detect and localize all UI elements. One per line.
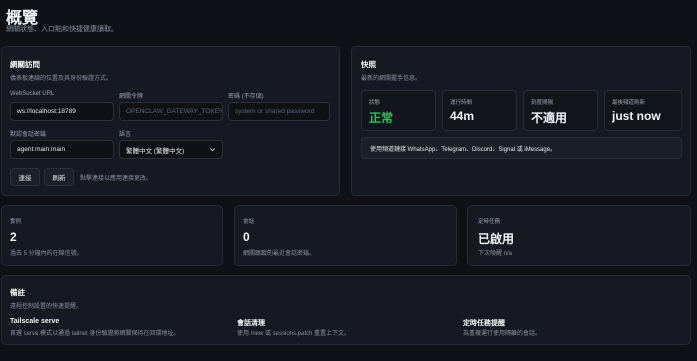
snapshot-card: 快照 最新的網關握手信息。 狀態 正常 運行時間 44m 刻度間隔 不適用 最後… — [351, 46, 691, 196]
note-tailscale-text: 首選 serve 模式以通過 tailnet 身份驗證將網關保持在回環地址。 — [10, 331, 180, 337]
cron-card: 定時任務 已啟用 下次喚醒 n/a — [467, 205, 691, 266]
sessions-value: 0 — [243, 230, 250, 244]
connect-button[interactable]: 連接 — [10, 168, 40, 186]
token-input[interactable]: OPENCLAW_GATEWAY_TOKEN — [119, 102, 223, 121]
language-select-value: 繁體中文 (繁體中文) — [126, 147, 185, 155]
note-session-cleanup-text: 使用 /new 或 sessions.patch 重置上下文。 — [237, 331, 351, 337]
instances-card: 實例 2 過去 5 分鐘內的在線信號。 — [1, 205, 223, 266]
stat-uptime: 運行時間 44m — [442, 90, 517, 131]
chevron-down-icon — [210, 148, 215, 152]
notes-subtitle: 遠程控制設置的快速提醒。 — [10, 304, 83, 310]
stat-status: 狀態 正常 — [361, 90, 436, 131]
notes-card: 備註 遠程控制設置的快速提醒。 Tailscale serve 首選 serve… — [1, 275, 691, 345]
instances-value: 2 — [10, 230, 17, 244]
notes-title: 備註 — [10, 288, 25, 297]
stat-last-channel-refresh: 最後頻道刷新 just now — [604, 90, 682, 131]
note-tailscale-title: Tailscale serve — [10, 318, 60, 325]
channel-link-banner: 使用頻道鏈接 WhatsApp、Telegram、Discord、Signal … — [361, 137, 682, 159]
sessions-sub: 網關跟蹤的最近會話密鑰。 — [243, 251, 316, 257]
language-select[interactable]: 繁體中文 (繁體中文) — [119, 140, 223, 159]
stat-uptime-label: 運行時間 — [450, 100, 473, 106]
instances-label: 實例 — [10, 219, 22, 225]
gateway-access-subtitle: 儀表板連線的位置及其身份驗證方式。 — [10, 76, 113, 82]
gateway-access-card: 網關訪問 儀表板連線的位置及其身份驗證方式。 WebSocket URL ws:… — [1, 46, 340, 196]
instances-sub: 過去 5 分鐘內的在線信號。 — [10, 251, 83, 257]
sessions-label: 會話 — [243, 219, 255, 225]
websocket-url-input[interactable]: ws://localhost:18789 — [10, 102, 114, 121]
stat-uptime-value: 44m — [450, 109, 475, 123]
websocket-url-label: WebSocket URL — [10, 91, 55, 97]
stat-tick-interval-value: 不適用 — [531, 111, 568, 125]
password-label: 密碼 (不存儲) — [228, 94, 264, 100]
cron-value: 已啟用 — [478, 232, 515, 246]
session-key-label: 默認會話密鑰 — [10, 132, 47, 138]
language-label: 語言 — [119, 132, 132, 138]
snapshot-title: 快照 — [361, 60, 376, 69]
connect-hint: 點擊連接以應用連接更改。 — [80, 176, 153, 182]
note-cron-reminder-text: 為重複運行使用隔離的會話。 — [463, 331, 542, 337]
gateway-access-title: 網關訪問 — [10, 60, 40, 69]
page-subtitle: 網關狀態、入口點和快捷健康讀取。 — [6, 26, 118, 33]
refresh-button[interactable]: 刷新 — [44, 168, 74, 186]
stat-last-channel-refresh-value: just now — [612, 109, 661, 123]
token-label: 網關令牌 — [119, 94, 144, 100]
stat-status-label: 狀態 — [369, 100, 381, 106]
password-input[interactable]: system or shared password — [228, 102, 330, 121]
note-session-cleanup-title: 會話清理 — [237, 320, 265, 327]
cron-label: 定時任務 — [478, 219, 501, 225]
note-cron-reminder-title: 定時任務提醒 — [463, 320, 505, 327]
stat-status-value: 正常 — [369, 111, 394, 125]
stat-tick-interval-label: 刻度間隔 — [531, 100, 554, 106]
session-key-input[interactable]: agent:main:main — [10, 140, 114, 159]
cron-sub: 下次喚醒 n/a — [478, 251, 513, 257]
stat-tick-interval: 刻度間隔 不適用 — [523, 90, 598, 131]
snapshot-subtitle: 最新的網關握手信息。 — [361, 76, 422, 82]
sessions-card: 會話 0 網關跟蹤的最近會話密鑰。 — [234, 205, 457, 266]
stat-last-channel-refresh-label: 最後頻道刷新 — [612, 100, 646, 106]
